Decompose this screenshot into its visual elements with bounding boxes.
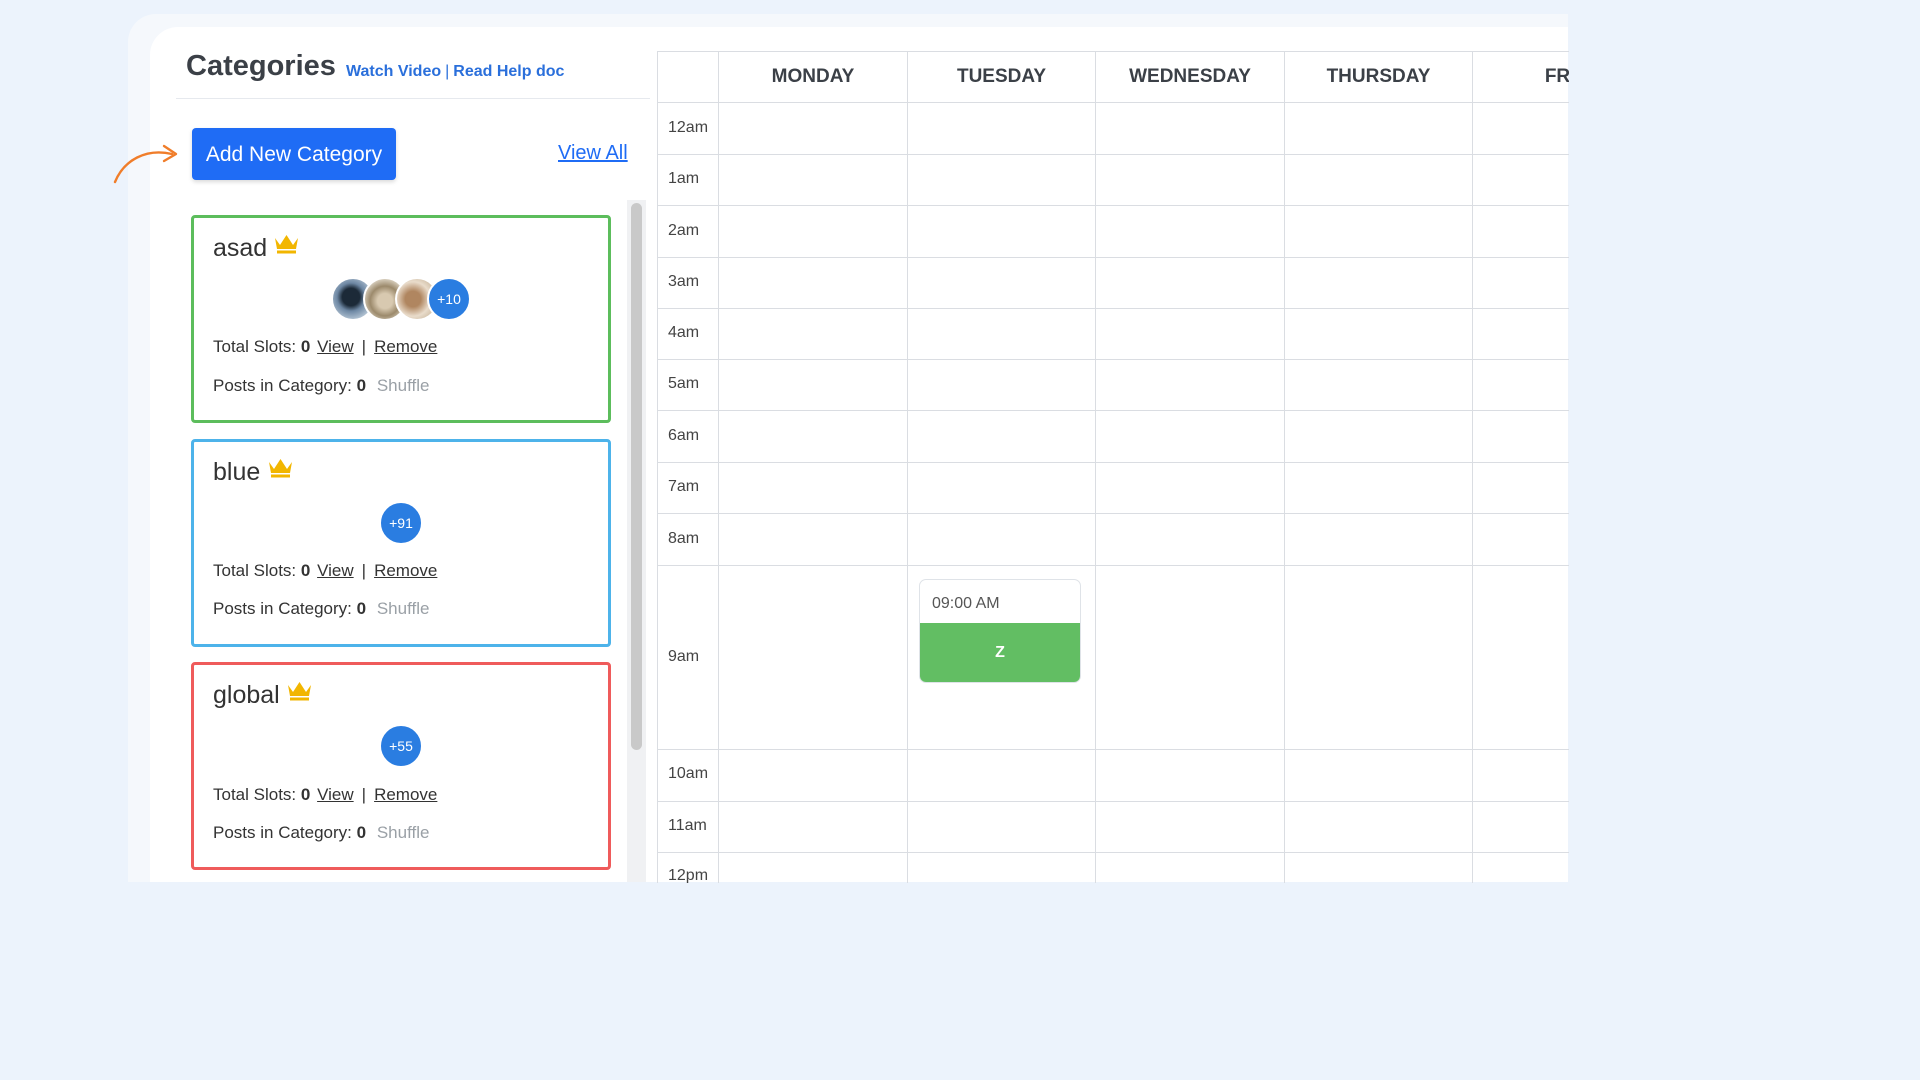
link-separator: | (445, 63, 450, 80)
grid-line (658, 359, 1569, 360)
time-slot-label: 2am (668, 222, 700, 239)
member-avatars: +91 (194, 501, 608, 545)
grid-line (907, 52, 908, 883)
grid-line (658, 749, 1569, 750)
grid-line (658, 513, 1569, 514)
grid-line (658, 257, 1569, 258)
total-slots-row: Total Slots: 0 View | Remove (213, 337, 439, 357)
event-time: 09:00 AM (932, 595, 1000, 612)
grid-line (718, 52, 719, 883)
posts-row: Posts in Category: 0 Shuffle (213, 376, 429, 396)
total-slots-row: Total Slots: 0 View | Remove (213, 785, 439, 805)
pipe-separator: | (361, 337, 367, 356)
crown-icon (269, 459, 292, 478)
posts-label: Posts in Category: (213, 376, 352, 395)
read-help-doc-link[interactable]: Read Help doc (453, 63, 564, 80)
time-slot-label: 12pm (668, 867, 709, 883)
remove-category-link[interactable]: Remove (374, 785, 437, 804)
posts-label: Posts in Category: (213, 823, 352, 842)
grid-line (658, 154, 1569, 155)
view-all-link[interactable]: View All (558, 142, 628, 165)
grid-line (658, 205, 1569, 206)
pipe-separator: | (361, 785, 367, 804)
category-card-blue: blue +91 Total Slots: 0 View | Remove Post… (191, 439, 611, 647)
header-divider (176, 98, 650, 99)
total-slots-label: Total Slots: (213, 785, 297, 804)
pipe-separator: | (361, 561, 367, 580)
category-name: global (213, 681, 280, 709)
time-slot-label: 7am (668, 478, 700, 495)
shuffle-link[interactable]: Shuffle (377, 823, 430, 842)
time-slot-label: 6am (668, 427, 700, 444)
grid-line (658, 102, 1569, 103)
grid-line (658, 565, 1569, 566)
background-left (0, 0, 126, 882)
time-slot-label: 9am (668, 648, 700, 665)
posts-label: Posts in Category: (213, 599, 352, 618)
day-header-wednesday: WEDNESDAY (1129, 66, 1251, 87)
view-slots-link[interactable]: View (317, 337, 354, 356)
time-slot-label: 12am (668, 119, 709, 136)
time-slot-label: 3am (668, 273, 700, 290)
remove-category-link[interactable]: Remove (374, 561, 437, 580)
weekly-calendar: MONDAY TUESDAY WEDNESDAY THURSDAY FRID 1… (657, 51, 1569, 883)
grid-line (658, 801, 1569, 802)
total-slots-value: 0 (300, 785, 311, 804)
event-category-bar[interactable]: Z (920, 623, 1080, 682)
member-avatars: +55 (194, 724, 608, 768)
time-slot-label: 1am (668, 170, 700, 187)
day-header-thursday: THURSDAY (1326, 66, 1431, 87)
scrollbar-thumb[interactable] (631, 203, 642, 750)
total-slots-label: Total Slots: (213, 337, 297, 356)
crown-icon (275, 235, 298, 254)
time-slot-label: 4am (668, 324, 700, 341)
scheduled-slot-event[interactable]: 09:00 AM Z (919, 579, 1081, 683)
posts-row: Posts in Category: 0 Shuffle (213, 823, 429, 843)
posts-value: 0 (356, 823, 367, 842)
grid-line (658, 410, 1569, 411)
page-title: Categories (186, 50, 336, 82)
time-slot-label: 10am (668, 765, 709, 782)
member-count-badge[interactable]: +10 (427, 277, 471, 321)
total-slots-value: 0 (300, 337, 311, 356)
posts-row: Posts in Category: 0 Shuffle (213, 599, 429, 619)
crown-icon (288, 682, 311, 701)
time-slot-label: 11am (668, 817, 707, 834)
curved-arrow-icon (113, 144, 178, 184)
posts-value: 0 (356, 376, 367, 395)
help-links: Watch Video | Read Help doc (346, 63, 564, 81)
shuffle-link[interactable]: Shuffle (377, 376, 430, 395)
total-slots-value: 0 (300, 561, 311, 580)
grid-line (1472, 52, 1473, 883)
watch-video-link[interactable]: Watch Video (346, 63, 441, 80)
view-slots-link[interactable]: View (317, 785, 354, 804)
grid-line (658, 852, 1569, 853)
add-new-category-button[interactable]: Add New Category (192, 128, 396, 180)
shuffle-link[interactable]: Shuffle (377, 599, 430, 618)
total-slots-label: Total Slots: (213, 561, 297, 580)
category-name: asad (213, 234, 268, 262)
member-avatars: +10 (194, 277, 608, 321)
view-slots-link[interactable]: View (317, 561, 354, 580)
day-header-friday: FRID (1544, 66, 1569, 87)
category-name: blue (213, 458, 261, 486)
category-card-global: global +55 Total Slots: 0 View | Remove Po… (191, 662, 611, 870)
day-header-monday: MONDAY (771, 66, 855, 87)
grid-line (658, 462, 1569, 463)
grid-line (1095, 52, 1096, 883)
member-count-badge[interactable]: +55 (379, 724, 423, 768)
remove-category-link[interactable]: Remove (374, 337, 437, 356)
total-slots-row: Total Slots: 0 View | Remove (213, 561, 439, 581)
posts-value: 0 (356, 599, 367, 618)
time-slot-label: 5am (668, 375, 700, 392)
grid-line (1284, 52, 1285, 883)
category-card-asad: asad +10 Total Slots: 0 View | Remove Post… (191, 215, 611, 423)
day-header-tuesday: TUESDAY (956, 66, 1047, 87)
member-count-badge[interactable]: +91 (379, 501, 423, 545)
grid-line (658, 308, 1569, 309)
time-slot-label: 8am (668, 530, 700, 547)
